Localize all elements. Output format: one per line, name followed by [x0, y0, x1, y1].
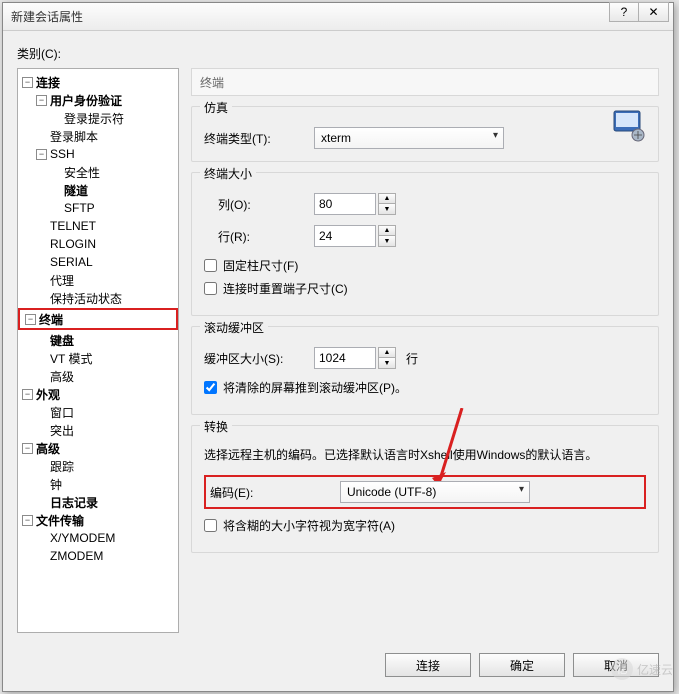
- rows-label: 行(R):: [204, 228, 314, 245]
- collapse-icon[interactable]: −: [22, 77, 33, 88]
- spinner-up-icon[interactable]: ▲: [379, 348, 395, 358]
- dialog-window: 新建会话属性 ? ✕ 类别(C): −连接 −用户身份验证 登录提示符: [2, 2, 674, 692]
- terminal-icon: [612, 109, 646, 143]
- cols-input[interactable]: [314, 193, 376, 215]
- group-title: 终端大小: [200, 165, 256, 182]
- category-label: 类别(C):: [17, 45, 659, 62]
- tree-item-advanced2[interactable]: −高级: [18, 439, 178, 457]
- tree-item-login-prompt[interactable]: 登录提示符: [46, 109, 178, 127]
- encoding-highlight: 编码(E):: [204, 475, 646, 509]
- help-button[interactable]: ?: [609, 2, 639, 22]
- titlebar: 新建会话属性 ? ✕: [3, 3, 673, 31]
- tree-item-keepalive[interactable]: 保持活动状态: [32, 289, 178, 307]
- collapse-icon[interactable]: −: [25, 314, 36, 325]
- category-tree[interactable]: −连接 −用户身份验证 登录提示符 登录脚本 −SSH 安全性: [17, 68, 179, 633]
- scrollback-group: 滚动缓冲区 缓冲区大小(S): ▲▼ 行 将清除的屏幕推到滚动缓冲区(P)。: [191, 326, 659, 415]
- connect-button[interactable]: 连接: [385, 653, 471, 677]
- tree-item-telnet[interactable]: TELNET: [32, 217, 178, 235]
- tree-item-terminal[interactable]: −终端: [21, 310, 175, 328]
- tree-item-serial[interactable]: SERIAL: [32, 253, 178, 271]
- tree-item-keyboard[interactable]: 键盘: [32, 331, 178, 349]
- collapse-icon[interactable]: −: [22, 389, 33, 400]
- encoding-label: 编码(E):: [210, 484, 340, 501]
- ok-button[interactable]: 确定: [479, 653, 565, 677]
- spinner-up-icon[interactable]: ▲: [379, 226, 395, 236]
- terminal-type-label: 终端类型(T):: [204, 130, 314, 147]
- tree-item-auth[interactable]: −用户身份验证: [32, 91, 178, 109]
- rows-spinner[interactable]: ▲▼: [378, 225, 396, 247]
- rows-input[interactable]: [314, 225, 376, 247]
- cols-label: 列(O):: [204, 196, 314, 213]
- spinner-down-icon[interactable]: ▼: [379, 236, 395, 246]
- emulation-group: 仿真 终端类型(T):: [191, 106, 659, 162]
- ambiguous-wide-checkbox[interactable]: [204, 519, 217, 532]
- cols-spinner[interactable]: ▲▼: [378, 193, 396, 215]
- tree-item-login-script[interactable]: 登录脚本: [32, 127, 178, 145]
- tree-item-zmodem[interactable]: ZMODEM: [32, 547, 178, 565]
- tree-item-bell[interactable]: 钟: [32, 475, 178, 493]
- terminal-size-group: 终端大小 列(O): ▲▼ 行(R): ▲▼ 固定柱尺寸(F) 连接时重置端子尺…: [191, 172, 659, 316]
- push-cleared-label: 将清除的屏幕推到滚动缓冲区(P)。: [223, 379, 407, 396]
- tree-item-rlogin[interactable]: RLOGIN: [32, 235, 178, 253]
- fixed-cols-checkbox[interactable]: [204, 259, 217, 272]
- tree-item-sftp[interactable]: SFTP: [46, 199, 178, 217]
- group-title: 滚动缓冲区: [200, 319, 268, 336]
- collapse-icon[interactable]: −: [22, 443, 33, 454]
- group-title: 仿真: [200, 99, 232, 116]
- group-title: 转换: [200, 418, 232, 435]
- cancel-button[interactable]: 取消: [573, 653, 659, 677]
- tree-item-advanced[interactable]: 高级: [32, 367, 178, 385]
- tree-item-xymodem[interactable]: X/YMODEM: [32, 529, 178, 547]
- tree-item-tunnel[interactable]: 隧道: [46, 181, 178, 199]
- tree-item-ssh[interactable]: −SSH: [32, 145, 178, 163]
- terminal-highlight: −终端: [18, 308, 178, 330]
- close-button[interactable]: ✕: [639, 2, 669, 22]
- dialog-buttons: 连接 确定 取消: [3, 643, 673, 691]
- collapse-icon[interactable]: −: [36, 95, 47, 106]
- buffer-size-label: 缓冲区大小(S):: [204, 350, 314, 367]
- reset-size-checkbox[interactable]: [204, 282, 217, 295]
- settings-panel: 终端 仿真 终端类型(T): 终端大小 列(O):: [191, 68, 659, 633]
- tree-item-security[interactable]: 安全性: [46, 163, 178, 181]
- collapse-icon[interactable]: −: [36, 149, 47, 160]
- fixed-cols-label: 固定柱尺寸(F): [223, 257, 298, 274]
- tree-item-filetransfer[interactable]: −文件传输: [18, 511, 178, 529]
- panel-header: 终端: [191, 68, 659, 96]
- buffer-size-input[interactable]: [314, 347, 376, 369]
- push-cleared-checkbox[interactable]: [204, 381, 217, 394]
- dialog-title: 新建会话属性: [11, 8, 83, 25]
- buffer-spinner[interactable]: ▲▼: [378, 347, 396, 369]
- tree-item-highlight[interactable]: 突出: [32, 421, 178, 439]
- dialog-content: 类别(C): −连接 −用户身份验证 登录提示符 登录脚本: [3, 31, 673, 643]
- columns: −连接 −用户身份验证 登录提示符 登录脚本 −SSH 安全性: [17, 68, 659, 633]
- translation-info: 选择远程主机的编码。已选择默认语言时Xshell使用Windows的默认语言。: [204, 446, 646, 465]
- collapse-icon[interactable]: −: [22, 515, 33, 526]
- translation-group: 转换 选择远程主机的编码。已选择默认语言时Xshell使用Windows的默认语…: [191, 425, 659, 553]
- terminal-type-select[interactable]: [314, 127, 504, 149]
- tree-item-logging[interactable]: 日志记录: [32, 493, 178, 511]
- tree-item-appearance[interactable]: −外观: [18, 385, 178, 403]
- tree-item-proxy[interactable]: 代理: [32, 271, 178, 289]
- spinner-up-icon[interactable]: ▲: [379, 194, 395, 204]
- tree-item-vtmode[interactable]: VT 模式: [32, 349, 178, 367]
- encoding-select[interactable]: [340, 481, 530, 503]
- buffer-unit: 行: [406, 350, 418, 367]
- ambiguous-wide-label: 将含糊的大小字符视为宽字符(A): [223, 517, 395, 534]
- reset-size-label: 连接时重置端子尺寸(C): [223, 280, 348, 297]
- tree-item-window[interactable]: 窗口: [32, 403, 178, 421]
- spinner-down-icon[interactable]: ▼: [379, 358, 395, 368]
- spinner-down-icon[interactable]: ▼: [379, 204, 395, 214]
- tree-item-connection[interactable]: −连接: [18, 73, 178, 91]
- titlebar-buttons: ? ✕: [609, 3, 669, 30]
- tree-item-trace[interactable]: 跟踪: [32, 457, 178, 475]
